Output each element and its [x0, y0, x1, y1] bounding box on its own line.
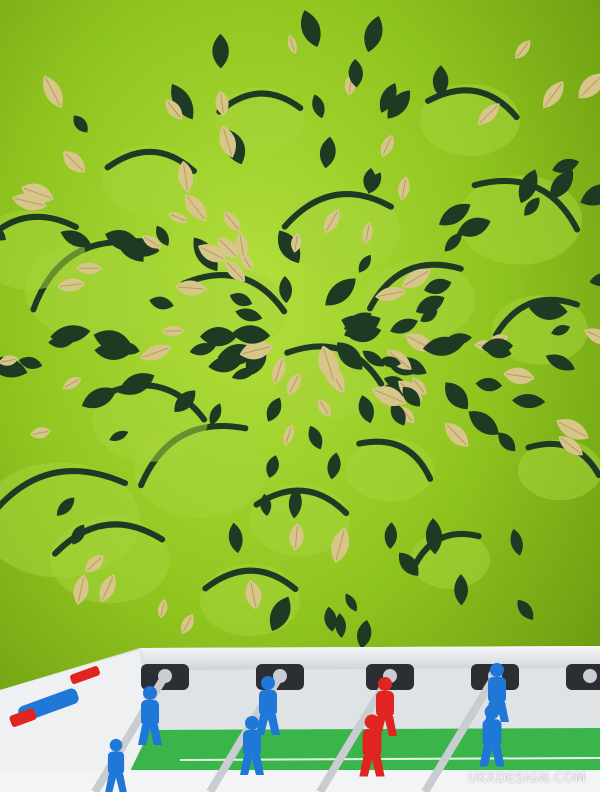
leaf-flap	[346, 438, 434, 502]
photo-scene	[0, 0, 600, 792]
watermark-text: UKKDESIGN.COM	[468, 771, 586, 786]
bearing-hole	[583, 669, 597, 683]
leaf-flap	[410, 531, 490, 589]
